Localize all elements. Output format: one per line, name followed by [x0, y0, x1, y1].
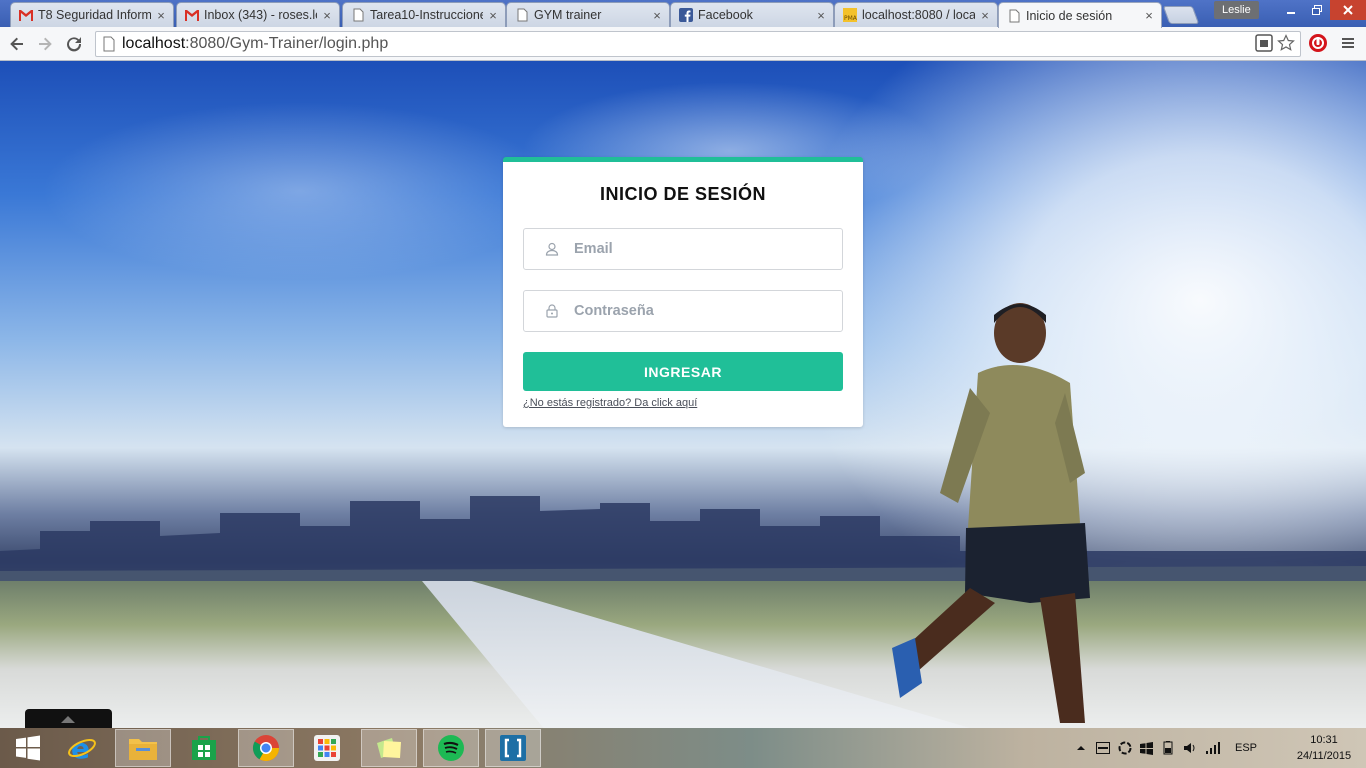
address-bar[interactable]: localhost:8080/Gym-Trainer/login.php — [95, 31, 1301, 57]
tab-close-icon[interactable]: × — [1143, 8, 1155, 23]
internet-explorer-icon[interactable]: e — [54, 729, 110, 767]
login-card: INICIO DE SESIÓN INGRESAR ¿No estás regi… — [503, 157, 863, 427]
tray-expand-icon — [1077, 746, 1085, 750]
tab-close-icon[interactable]: × — [815, 8, 827, 23]
page-icon — [351, 8, 365, 22]
page-icon — [515, 8, 529, 22]
reload-icon — [67, 37, 82, 52]
gmail-icon — [185, 8, 199, 22]
background-city-skyline — [0, 496, 1366, 591]
tab-title: localhost:8080 / loca — [862, 8, 975, 22]
tab-facebook[interactable]: Facebook × — [670, 2, 834, 27]
clock-date: 24/11/2015 — [1296, 750, 1352, 762]
login-title: INICIO DE SESIÓN — [599, 184, 767, 204]
chrome-icon[interactable] — [238, 729, 294, 767]
forward-arrow-icon — [39, 37, 52, 51]
background-runner-figure — [892, 303, 1090, 723]
lock-icon — [544, 303, 560, 319]
bookmark-star-icon[interactable] — [1276, 33, 1296, 53]
user-icon — [544, 241, 560, 257]
email-field[interactable] — [523, 228, 843, 270]
register-link[interactable]: ¿No estás registrado? Da click aquí — [523, 397, 697, 409]
password-input[interactable] — [574, 303, 842, 319]
page-info-icon — [103, 36, 115, 52]
browser-toolbar: localhost:8080/Gym-Trainer/login.php — [0, 27, 1366, 61]
back-arrow-icon — [10, 37, 23, 51]
new-tab-button[interactable] — [1162, 6, 1200, 24]
close-window-button[interactable] — [1330, 0, 1366, 20]
tab-title: Inbox (343) - roses.le — [204, 8, 317, 22]
tab-close-icon[interactable]: × — [651, 8, 663, 23]
back-button[interactable] — [6, 33, 28, 55]
tab-gmail-inbox[interactable]: Inbox (343) - roses.le × — [176, 2, 340, 27]
background-clouds — [40, 101, 560, 281]
keyboard-icon — [1096, 742, 1110, 754]
url-host: localhost — [122, 35, 186, 52]
tab-close-icon[interactable]: × — [155, 8, 167, 23]
brackets-icon[interactable] — [485, 729, 541, 767]
taskbar-clock[interactable]: 10:31 24/11/2015 — [1286, 732, 1362, 764]
adblock-extension-icon[interactable] — [1308, 33, 1328, 53]
phpmyadmin-icon: PMA — [843, 8, 857, 22]
tab-inicio-de-sesion[interactable]: Inicio de sesión × — [998, 2, 1162, 28]
tab-phpmyadmin[interactable]: PMA localhost:8080 / loca × — [834, 2, 998, 27]
extension-icon[interactable] — [1254, 33, 1274, 53]
windows-flag-icon — [1140, 741, 1153, 755]
login-page: INICIO DE SESIÓN INGRESAR ¿No estás regi… — [0, 61, 1366, 728]
sticky-notes-icon[interactable] — [361, 729, 417, 767]
tab-close-icon[interactable]: × — [979, 8, 991, 23]
windows-store-icon[interactable] — [176, 729, 232, 767]
gmail-icon — [19, 8, 33, 22]
page-icon — [1007, 9, 1021, 23]
volume-icon — [1184, 743, 1195, 753]
spotify-icon[interactable] — [423, 729, 479, 767]
network-signal-icon — [1206, 742, 1220, 754]
windows-start-icon[interactable] — [0, 729, 56, 767]
tab-title: T8 Seguridad Inform — [38, 8, 151, 22]
system-tray: ESP — [1076, 728, 1257, 768]
login-submit-button[interactable]: INGRESAR — [523, 352, 843, 391]
battery-icon — [1163, 741, 1173, 755]
tab-close-icon[interactable]: × — [321, 8, 333, 23]
file-explorer-icon[interactable] — [115, 729, 171, 767]
facebook-icon — [679, 8, 693, 22]
url-path: :8080/Gym-Trainer/login.php — [185, 35, 389, 52]
svg-text:e: e — [71, 733, 90, 763]
minimize-button[interactable] — [1278, 0, 1304, 20]
dock-peek-handle[interactable] — [25, 709, 112, 728]
windows-taskbar: e ESP 10:31 24/11/2015 — [0, 728, 1366, 768]
chrome-menu-icon[interactable] — [1340, 35, 1356, 51]
tab-tarea10[interactable]: Tarea10-Instruccione × — [342, 2, 506, 27]
forward-button[interactable] — [34, 33, 56, 55]
svg-text:PMA: PMA — [844, 15, 857, 22]
profile-button[interactable]: Leslie — [1214, 1, 1259, 19]
tab-gym-trainer[interactable]: GYM trainer × — [506, 2, 670, 27]
tab-title: Facebook — [698, 8, 753, 22]
recycle-icon — [1118, 741, 1132, 755]
browser-tab-strip: T8 Seguridad Inform × Inbox (343) - rose… — [0, 0, 1366, 28]
tab-title: GYM trainer — [534, 8, 602, 22]
tab-title: Tarea10-Instruccione — [370, 8, 483, 22]
password-field[interactable] — [523, 290, 843, 332]
email-input[interactable] — [574, 241, 842, 257]
reload-button[interactable] — [63, 33, 85, 55]
language-indicator[interactable]: ESP — [1235, 742, 1257, 754]
apps-grid-icon[interactable] — [299, 729, 355, 767]
clock-time: 10:31 — [1310, 734, 1338, 746]
tab-gmail-seguridad[interactable]: T8 Seguridad Inform × — [10, 2, 174, 27]
tab-title: Inicio de sesión — [1026, 8, 1113, 23]
maximize-button[interactable] — [1304, 0, 1330, 20]
tab-close-icon[interactable]: × — [487, 8, 499, 23]
